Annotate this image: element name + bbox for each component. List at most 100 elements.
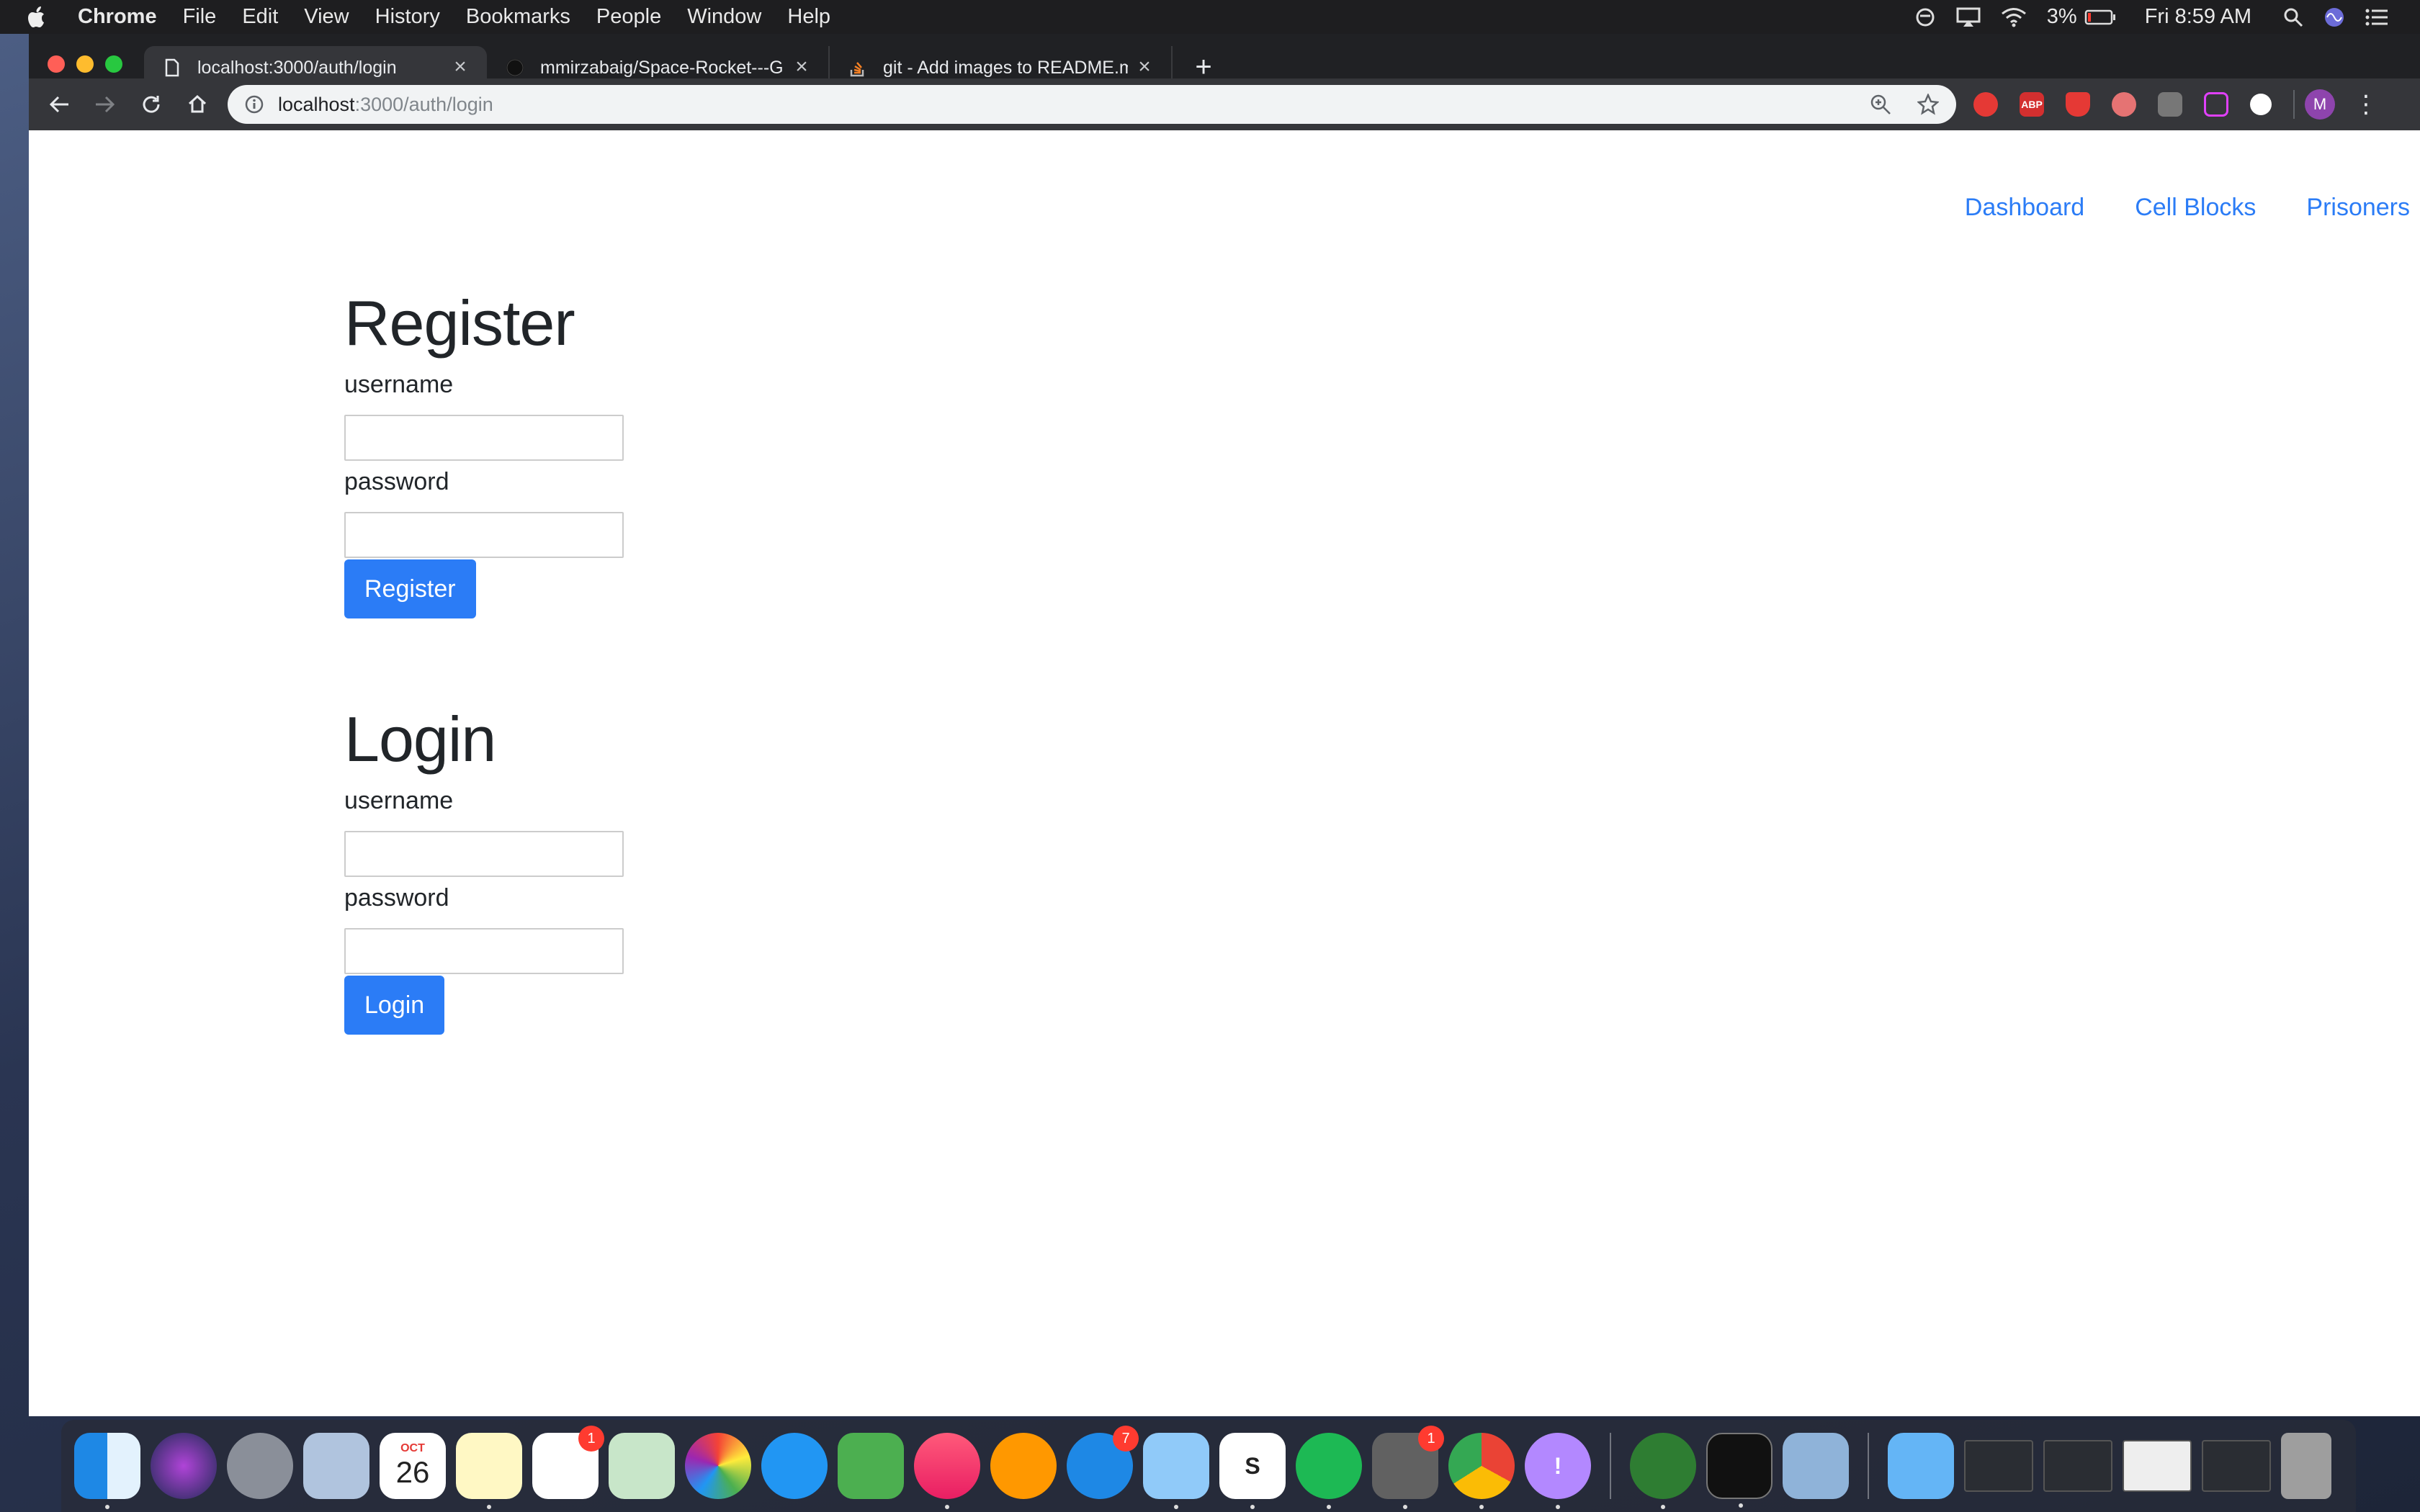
url-path: :3000/auth/login (354, 93, 493, 115)
spotify-icon[interactable] (1296, 1433, 1362, 1509)
atom-icon[interactable] (1630, 1433, 1696, 1509)
keynote-icon[interactable] (1143, 1433, 1209, 1509)
menu-bookmarks[interactable]: Bookmarks (466, 5, 570, 29)
extension-hand-icon[interactable] (1973, 92, 1998, 117)
slack-icon[interactable]: S (1219, 1433, 1286, 1509)
finder-icon[interactable] (74, 1433, 140, 1509)
home-button[interactable] (182, 89, 213, 120)
minimized-window-thumbnail[interactable] (2043, 1440, 2112, 1492)
tab-title: mmirzabaig/Space-Rocket---G (540, 57, 784, 78)
itunes-icon[interactable] (914, 1433, 980, 1509)
extension-circle-icon[interactable] (2250, 94, 2272, 115)
calendar-month: OCT (400, 1442, 425, 1454)
menu-edit[interactable]: Edit (242, 5, 278, 29)
downloads-folder-icon[interactable] (1888, 1433, 1954, 1499)
apple-menu-icon[interactable] (27, 6, 56, 29)
trash-icon[interactable] (2281, 1433, 2331, 1499)
bookmark-star-icon[interactable] (1917, 94, 1939, 115)
preview-icon[interactable] (1783, 1433, 1849, 1499)
system-preferences-badge: 1 (1418, 1426, 1444, 1452)
nav-link-prisoners[interactable]: Prisoners (2306, 194, 2410, 222)
notification-center-icon[interactable] (2365, 8, 2388, 27)
extension-grid-icon[interactable] (2158, 92, 2182, 117)
register-heading: Register (344, 287, 575, 359)
web-page: Dashboard Cell Blocks Prisoners Register… (29, 148, 2420, 1416)
login-password-label: password (344, 884, 449, 912)
menu-file[interactable]: File (183, 5, 217, 29)
adblock-plus-icon[interactable]: ABP (2020, 92, 2044, 117)
facetime-icon[interactable] (838, 1433, 904, 1499)
system-preferences-icon[interactable]: 1 (1372, 1426, 1444, 1509)
minimized-window-thumbnail[interactable] (1964, 1440, 2033, 1492)
siri-dock-icon[interactable] (151, 1433, 217, 1499)
terminal-icon[interactable] (1706, 1433, 1773, 1508)
forward-button[interactable] (89, 89, 121, 120)
siri-icon[interactable] (2323, 6, 2345, 28)
app-store-icon[interactable]: 7 (1067, 1426, 1139, 1499)
stackoverflow-icon (848, 58, 867, 77)
site-info-icon[interactable] (245, 95, 264, 114)
extensions-area: ABP M ⋮ (1973, 89, 2378, 120)
login-username-input[interactable] (344, 831, 624, 877)
menu-people[interactable]: People (596, 5, 661, 29)
menu-clock[interactable]: Fri 8:59 AM (2145, 5, 2251, 29)
close-tab-icon[interactable]: × (449, 56, 471, 78)
menu-history[interactable]: History (375, 5, 440, 29)
calendar-icon[interactable]: OCT 26 (380, 1433, 446, 1499)
close-window-button[interactable] (48, 55, 65, 73)
url-host: localhost (278, 93, 355, 115)
menu-view[interactable]: View (304, 5, 349, 29)
launchpad-icon[interactable] (227, 1433, 293, 1499)
login-button[interactable]: Login (344, 976, 445, 1035)
minimized-window-thumbnail[interactable] (2123, 1440, 2192, 1492)
reminders-icon[interactable]: 1 (532, 1426, 604, 1499)
register-button[interactable]: Register (344, 559, 476, 618)
zoom-window-button[interactable] (105, 55, 122, 73)
dock-separator (1868, 1433, 1869, 1499)
register-password-label: password (344, 468, 449, 495)
top-navigation: Dashboard Cell Blocks Prisoners (1914, 194, 2410, 222)
battery-icon[interactable] (2084, 9, 2116, 26)
close-tab-icon[interactable]: × (1134, 56, 1155, 78)
wifi-icon[interactable] (2001, 7, 2027, 27)
zoom-icon[interactable] (1870, 94, 1891, 115)
close-tab-icon[interactable]: × (791, 56, 812, 78)
minimize-window-button[interactable] (76, 55, 94, 73)
profile-avatar[interactable]: M (2305, 89, 2335, 120)
address-bar[interactable]: localhost:3000/auth/login (228, 85, 1956, 124)
maps-icon[interactable] (609, 1433, 675, 1499)
chrome-dock-icon[interactable] (1448, 1433, 1515, 1509)
extension-badge-icon[interactable] (2112, 92, 2136, 117)
airplay-icon[interactable] (1956, 6, 1981, 28)
shield-icon[interactable] (2066, 92, 2090, 117)
nav-link-cell-blocks[interactable]: Cell Blocks (2135, 194, 2256, 222)
photos-icon[interactable] (685, 1433, 751, 1499)
menu-window[interactable]: Window (687, 5, 761, 29)
toolbar-divider (2293, 90, 2295, 119)
menu-app-chrome[interactable]: Chrome (78, 5, 157, 29)
extension-square-icon[interactable] (2204, 92, 2228, 117)
back-button[interactable] (43, 89, 75, 120)
login-password-input[interactable] (344, 928, 624, 974)
dock-separator (1610, 1433, 1611, 1499)
notes-icon[interactable] (456, 1433, 522, 1509)
feedback-assistant-icon[interactable]: ! (1525, 1433, 1591, 1509)
messages-icon[interactable] (761, 1433, 828, 1499)
reload-button[interactable] (135, 89, 167, 120)
sync-icon[interactable] (1914, 6, 1936, 28)
chrome-window: localhost:3000/auth/login × mmirzabaig/S… (29, 34, 2420, 1416)
register-username-label: username (344, 371, 454, 398)
tab-title: localhost:3000/auth/login (197, 57, 397, 78)
nav-link-dashboard[interactable]: Dashboard (1965, 194, 2084, 222)
chrome-menu-icon[interactable]: ⋮ (2354, 92, 2378, 117)
mail-icon[interactable] (303, 1433, 369, 1499)
register-username-input[interactable] (344, 415, 624, 461)
minimized-window-thumbnail[interactable] (2202, 1440, 2271, 1492)
menu-help[interactable]: Help (787, 5, 830, 29)
books-icon[interactable] (990, 1433, 1057, 1499)
register-password-input[interactable] (344, 512, 624, 558)
battery-percent: 3% (2046, 5, 2077, 28)
menu-bar: Chrome File Edit View History Bookmarks … (0, 0, 2420, 34)
login-heading: Login (344, 703, 496, 775)
spotlight-search-icon[interactable] (2283, 7, 2303, 27)
